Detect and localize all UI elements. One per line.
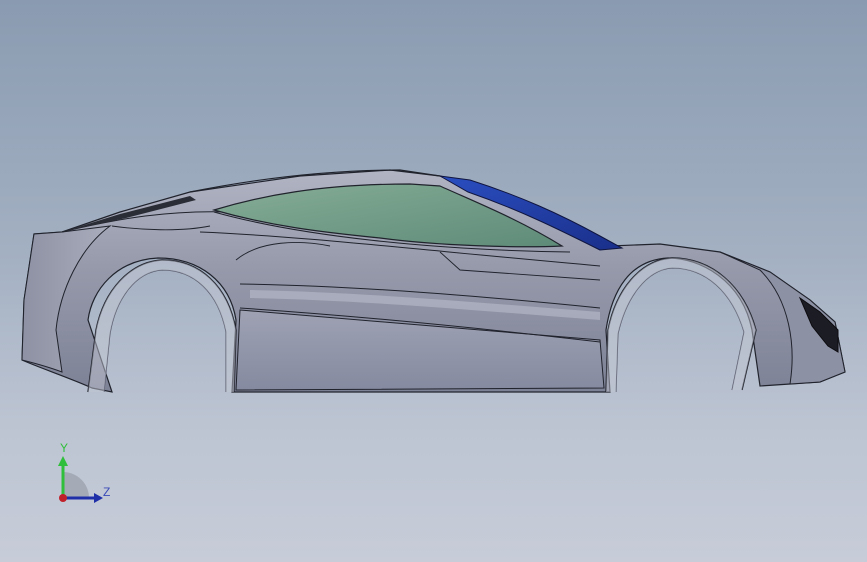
z-axis-label: Z	[103, 485, 111, 499]
z-axis-arrow	[94, 493, 103, 503]
y-axis-label: Y	[60, 441, 69, 455]
front-arch-lip	[88, 260, 236, 392]
coordinate-triad: Y Z	[50, 440, 120, 510]
graphics-viewport[interactable]: Y Z	[0, 0, 867, 562]
car-body-model[interactable]	[0, 0, 867, 562]
triad-plane-quadrant	[63, 472, 89, 498]
y-axis-arrow	[58, 456, 68, 466]
x-axis-origin	[59, 494, 67, 502]
